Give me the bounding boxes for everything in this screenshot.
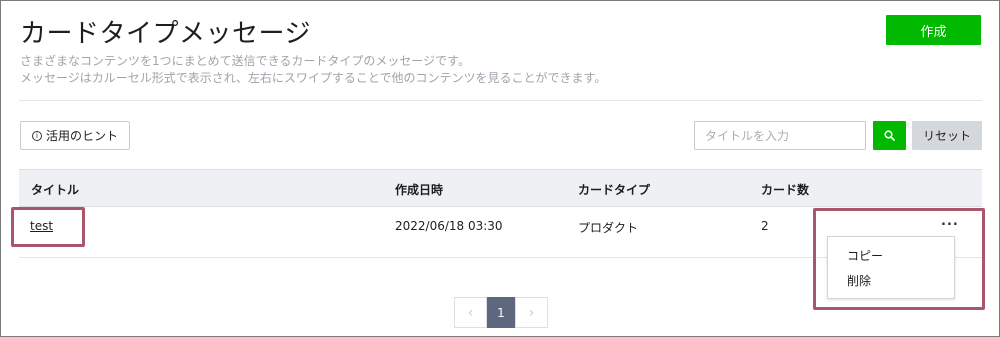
pagination-page-current[interactable]: 1: [487, 297, 515, 328]
reset-button[interactable]: リセット: [912, 121, 982, 150]
hint-button[interactable]: i 活用のヒント: [20, 121, 130, 150]
description-line-1: さまざまなコンテンツを1つにまとめて送信できるカードタイプのメッセージです。: [20, 54, 470, 68]
description-line-2: メッセージはカルーセル形式で表示され、左右にスワイプすることで他のコンテンツを見…: [20, 71, 607, 85]
column-header-title[interactable]: タイトル: [31, 181, 79, 198]
header-divider: [19, 100, 982, 101]
highlight-box-menu: [813, 208, 985, 310]
pagination-prev-button[interactable]: ‹: [454, 297, 487, 328]
highlight-box-title: [11, 207, 85, 247]
info-icon: i: [31, 130, 42, 141]
row-card-count: 2: [761, 219, 769, 233]
page-description: さまざまなコンテンツを1つにまとめて送信できるカードタイプのメッセージです。 メ…: [20, 53, 606, 87]
search-input[interactable]: [694, 121, 866, 150]
search-icon: [884, 130, 895, 141]
row-card-type: プロダクト: [578, 221, 639, 235]
column-header-card-type[interactable]: カードタイプ: [578, 181, 650, 198]
table-header: タイトル 作成日時 カードタイプ カード数: [19, 169, 982, 207]
column-header-card-count[interactable]: カード数: [761, 181, 809, 198]
column-header-created[interactable]: 作成日時: [395, 181, 443, 198]
pagination-next-button[interactable]: ›: [515, 297, 548, 328]
search-button[interactable]: [873, 121, 906, 150]
create-button[interactable]: 作成: [886, 15, 981, 45]
page-title: カードタイプメッセージ: [20, 19, 311, 49]
row-created: 2022/06/18 03:30: [395, 219, 503, 233]
hint-button-label: 活用のヒント: [45, 129, 118, 143]
